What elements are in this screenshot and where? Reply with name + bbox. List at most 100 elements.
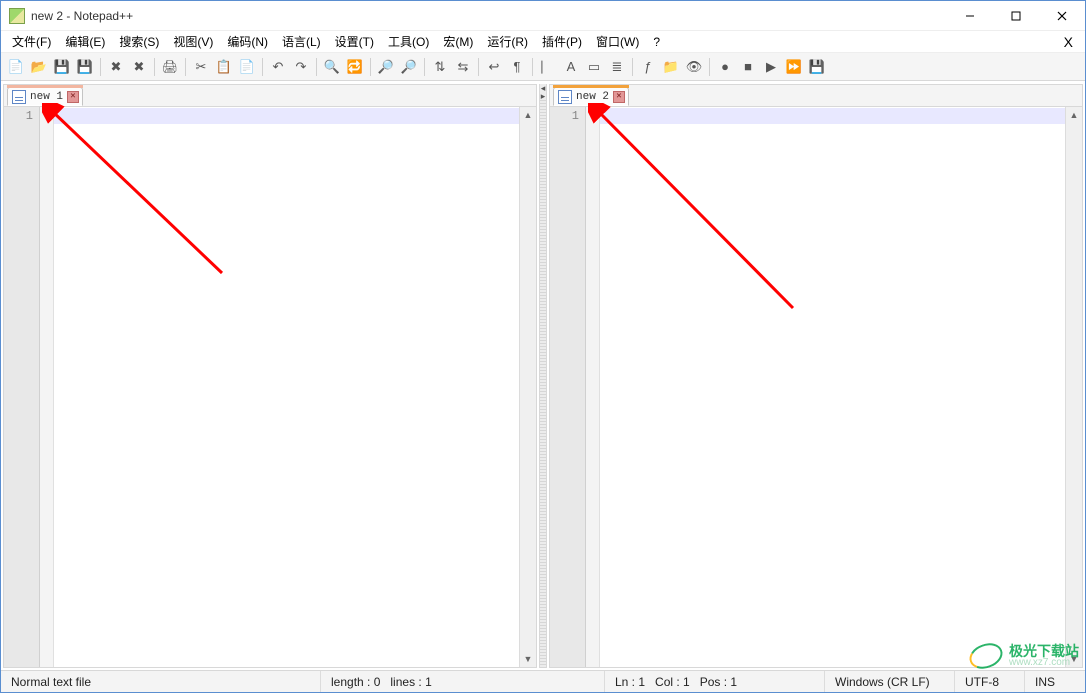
status-pos: Pos : 1	[700, 675, 737, 689]
toolbar: 📄📂💾💾✖✖🖨✂📋📄↶↷🔍🔁🔎🔎⇅⇆↩¶⎸A▭≣ƒ📁👁●■▶⏩💾	[1, 53, 1085, 81]
tabbar-left: new 1 ✕	[4, 85, 536, 107]
toolbar-save-icon[interactable]: 💾	[51, 56, 73, 78]
toolbar-sync-v-icon[interactable]: ⇅	[429, 56, 451, 78]
toolbar-separator	[154, 58, 155, 76]
menu-tools[interactable]: 工具(O)	[381, 31, 436, 52]
menu-settings[interactable]: 设置(T)	[328, 31, 381, 52]
tab-label: new 2	[576, 91, 609, 103]
status-mode[interactable]: INS	[1025, 671, 1085, 692]
splitter-arrow-right-icon[interactable]: ▸	[541, 92, 546, 100]
toolbar-separator	[262, 58, 263, 76]
scroll-down-icon[interactable]: ▼	[1066, 651, 1082, 667]
toolbar-monitor-icon[interactable]: 👁	[683, 56, 705, 78]
vertical-scrollbar[interactable]: ▲ ▼	[1065, 107, 1082, 667]
toolbar-close-all-icon[interactable]: ✖	[128, 56, 150, 78]
toolbar-copy-icon[interactable]: 📋	[213, 56, 235, 78]
close-button[interactable]	[1039, 1, 1085, 31]
line-number-gutter: 1	[550, 107, 586, 667]
scroll-down-icon[interactable]: ▼	[520, 651, 536, 667]
toolbar-indent-guide-icon[interactable]: ⎸	[537, 56, 559, 78]
menu-view[interactable]: 视图(V)	[166, 31, 220, 52]
window-title: new 2 - Notepad++	[31, 9, 133, 23]
toolbar-redo-icon[interactable]: ↷	[290, 56, 312, 78]
file-icon	[12, 90, 26, 104]
menu-file[interactable]: 文件(F)	[5, 31, 58, 52]
menu-macro[interactable]: 宏(M)	[436, 31, 480, 52]
toolbar-show-all-icon[interactable]: ¶	[506, 56, 528, 78]
editor-right: 1 ▲ ▼	[550, 107, 1082, 667]
toolbar-separator	[370, 58, 371, 76]
tabbar-right: new 2 ✕	[550, 85, 1082, 107]
text-area-right[interactable]	[600, 107, 1065, 667]
tab-label: new 1	[30, 91, 63, 103]
status-caret: Ln : 1 Col : 1 Pos : 1	[605, 671, 825, 692]
status-length-lines: length : 0 lines : 1	[321, 671, 605, 692]
toolbar-new-file-icon[interactable]: 📄	[5, 56, 27, 78]
toolbar-sync-h-icon[interactable]: ⇆	[452, 56, 474, 78]
status-ln: Ln : 1	[615, 675, 645, 689]
editor-left: 1 ▲ ▼	[4, 107, 536, 667]
toolbar-doc-map-icon[interactable]: ▭	[583, 56, 605, 78]
menu-close-x[interactable]: X	[1056, 34, 1081, 50]
menu-plugins[interactable]: 插件(P)	[535, 31, 589, 52]
toolbar-lang-icon[interactable]: A	[560, 56, 582, 78]
menu-search[interactable]: 搜索(S)	[112, 31, 166, 52]
status-encoding[interactable]: UTF-8	[955, 671, 1025, 692]
menu-encoding[interactable]: 编码(N)	[220, 31, 275, 52]
toolbar-separator	[478, 58, 479, 76]
toolbar-save-macro-icon[interactable]: 💾	[806, 56, 828, 78]
menu-window[interactable]: 窗口(W)	[589, 31, 646, 52]
toolbar-print-icon[interactable]: 🖨	[159, 56, 181, 78]
toolbar-open-file-icon[interactable]: 📂	[28, 56, 50, 78]
toolbar-paste-icon[interactable]: 📄	[236, 56, 258, 78]
toolbar-cut-icon[interactable]: ✂	[190, 56, 212, 78]
vertical-scrollbar[interactable]: ▲ ▼	[519, 107, 536, 667]
status-col: Col : 1	[655, 675, 690, 689]
menu-bar: 文件(F) 编辑(E) 搜索(S) 视图(V) 编码(N) 语言(L) 设置(T…	[1, 31, 1085, 53]
toolbar-separator	[709, 58, 710, 76]
toolbar-function-list-icon[interactable]: ƒ	[637, 56, 659, 78]
fold-margin	[40, 107, 54, 667]
minimize-button[interactable]	[947, 1, 993, 31]
menu-run[interactable]: 运行(R)	[480, 31, 535, 52]
toolbar-play-multi-icon[interactable]: ⏩	[783, 56, 805, 78]
tab-new-1[interactable]: new 1 ✕	[7, 87, 83, 106]
toolbar-separator	[185, 58, 186, 76]
title-bar: new 2 - Notepad++	[1, 1, 1085, 31]
toolbar-stop-icon[interactable]: ■	[737, 56, 759, 78]
toolbar-separator	[532, 58, 533, 76]
tab-close-icon[interactable]: ✕	[67, 91, 79, 103]
current-line-highlight	[54, 108, 519, 124]
menu-help[interactable]: ?	[646, 33, 667, 51]
tab-new-2[interactable]: new 2 ✕	[553, 87, 629, 106]
menu-edit[interactable]: 编辑(E)	[58, 31, 112, 52]
toolbar-zoom-in-icon[interactable]: 🔎	[375, 56, 397, 78]
toolbar-folder-icon[interactable]: 📁	[660, 56, 682, 78]
text-area-left[interactable]	[54, 107, 519, 667]
status-filetype: Normal text file	[1, 671, 321, 692]
toolbar-separator	[100, 58, 101, 76]
toolbar-separator	[316, 58, 317, 76]
toolbar-replace-icon[interactable]: 🔁	[344, 56, 366, 78]
maximize-button[interactable]	[993, 1, 1039, 31]
scroll-up-icon[interactable]: ▲	[520, 107, 536, 123]
editor-pane-left: new 1 ✕ 1 ▲ ▼	[3, 84, 537, 668]
toolbar-play-icon[interactable]: ▶	[760, 56, 782, 78]
workspace: new 1 ✕ 1 ▲ ▼ ◂ ▸	[1, 81, 1085, 670]
toolbar-save-all-icon[interactable]: 💾	[74, 56, 96, 78]
toolbar-zoom-out-icon[interactable]: 🔎	[398, 56, 420, 78]
toolbar-word-wrap-icon[interactable]: ↩	[483, 56, 505, 78]
scroll-up-icon[interactable]: ▲	[1066, 107, 1082, 123]
toolbar-undo-icon[interactable]: ↶	[267, 56, 289, 78]
app-icon	[9, 8, 25, 24]
toolbar-find-icon[interactable]: 🔍	[321, 56, 343, 78]
menu-language[interactable]: 语言(L)	[275, 31, 328, 52]
toolbar-close-icon[interactable]: ✖	[105, 56, 127, 78]
toolbar-doc-list-icon[interactable]: ≣	[606, 56, 628, 78]
pane-splitter[interactable]: ◂ ▸	[539, 84, 547, 668]
status-eol[interactable]: Windows (CR LF)	[825, 671, 955, 692]
toolbar-separator	[632, 58, 633, 76]
toolbar-record-icon[interactable]: ●	[714, 56, 736, 78]
status-bar: Normal text file length : 0 lines : 1 Ln…	[1, 670, 1085, 692]
tab-close-icon[interactable]: ✕	[613, 91, 625, 103]
